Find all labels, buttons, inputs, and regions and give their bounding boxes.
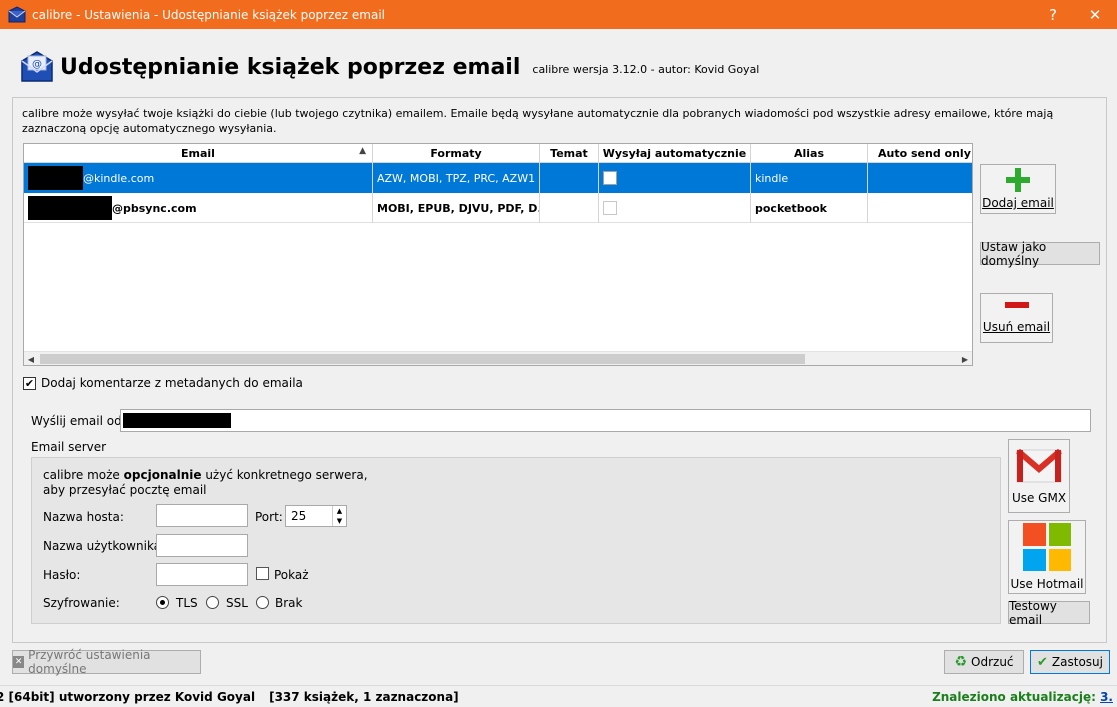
- title-bar: calibre - Ustawienia - Udostępnianie ksi…: [0, 0, 1117, 29]
- envelope-icon: @: [21, 51, 53, 82]
- table-row[interactable]: @pbsync.com MOBI, EPUB, DJVU, PDF, D... …: [24, 193, 972, 223]
- metadata-comments-checkbox[interactable]: ✔: [23, 376, 36, 390]
- username-label: Nazwa użytkownika:: [43, 539, 166, 553]
- version-label: calibre wersja 3.12.0 - autor: Kovid Goy…: [532, 62, 760, 76]
- auto-send-cell: [599, 193, 751, 223]
- username-input[interactable]: [156, 534, 248, 557]
- column-header-topic[interactable]: Temat: [540, 144, 599, 163]
- minus-icon: [1004, 302, 1029, 308]
- column-header-formats[interactable]: Formaty: [373, 144, 540, 163]
- port-label: Port:: [255, 510, 283, 524]
- show-password-checkbox[interactable]: [256, 567, 269, 580]
- email-server-label: Email server: [31, 440, 107, 454]
- server-description: calibre może opcjonalnie użyć konkretneg…: [43, 468, 368, 497]
- from-label: Wyślij email od:: [31, 414, 126, 428]
- column-header-auto-send-only[interactable]: Auto send only ta: [868, 144, 972, 163]
- help-button[interactable]: ?: [1030, 0, 1076, 29]
- scroll-left-icon[interactable]: ◀: [24, 352, 38, 365]
- use-gmx-button[interactable]: Use GMX: [1008, 439, 1070, 513]
- host-input[interactable]: [156, 504, 248, 527]
- port-spinbox[interactable]: 25 ▲ ▼: [285, 505, 347, 527]
- auto-send-only-cell[interactable]: [868, 163, 972, 193]
- email-cell[interactable]: @pbsync.com: [24, 193, 373, 223]
- update-notice[interactable]: Znaleziono aktualizację: 3.: [932, 690, 1113, 704]
- close-button[interactable]: ✕: [1072, 0, 1117, 29]
- column-header-email[interactable]: Email ▲: [24, 144, 373, 163]
- test-email-button[interactable]: Testowy email: [1008, 599, 1090, 627]
- cancel-button[interactable]: ♻ Odrzuć: [944, 650, 1024, 674]
- ssl-radio[interactable]: [206, 596, 219, 609]
- column-header-alias[interactable]: Alias: [751, 144, 868, 163]
- from-input[interactable]: [120, 409, 1091, 432]
- spin-up-icon[interactable]: ▲: [337, 507, 342, 515]
- use-hotmail-button[interactable]: Use Hotmail: [1008, 520, 1086, 594]
- spin-down-icon[interactable]: ▼: [337, 517, 342, 525]
- none-radio[interactable]: [256, 596, 269, 609]
- add-email-button[interactable]: Dodaj email: [980, 164, 1056, 214]
- host-label: Nazwa hosta:: [43, 510, 124, 524]
- topic-cell[interactable]: [540, 193, 599, 223]
- auto-send-checkbox[interactable]: [603, 201, 617, 215]
- formats-cell[interactable]: AZW, MOBI, TPZ, PRC, AZW1: [373, 163, 540, 193]
- recycle-icon: ♻: [954, 654, 968, 670]
- ssl-label[interactable]: SSL: [226, 596, 248, 610]
- show-password-label[interactable]: Pokaż: [274, 568, 309, 582]
- status-version: 2 [64bit] utworzony przez Kovid Goyal: [0, 689, 256, 704]
- alias-cell[interactable]: kindle: [751, 163, 868, 193]
- restore-defaults-button[interactable]: ✕ Przywróć ustawienia domyślne: [12, 648, 201, 676]
- encryption-label: Szyfrowanie:: [43, 596, 120, 610]
- metadata-comments-option[interactable]: ✔ Dodaj komentarze z metadanych do email…: [23, 376, 303, 390]
- password-label: Hasło:: [43, 568, 81, 582]
- close-square-icon: ✕: [13, 656, 25, 668]
- horizontal-scrollbar[interactable]: ◀ ▶: [24, 351, 972, 365]
- tls-label[interactable]: TLS: [176, 596, 198, 610]
- redacted-block: [28, 196, 112, 220]
- auto-send-cell: [599, 163, 751, 193]
- intro-text: calibre może wysyłać twoje książki do ci…: [22, 107, 1054, 135]
- plus-icon: [1006, 168, 1030, 192]
- page-header: @ Udostępnianie książek poprzez email ca…: [20, 47, 759, 87]
- alias-cell[interactable]: pocketbook: [751, 193, 868, 223]
- sort-ascending-icon: ▲: [359, 146, 366, 156]
- tls-radio[interactable]: [156, 596, 169, 609]
- table-row[interactable]: @kindle.com AZW, MOBI, TPZ, PRC, AZW1 ki…: [24, 163, 972, 193]
- status-bar: 2 [64bit] utworzony przez Kovid Goyal [3…: [0, 685, 1117, 707]
- topic-cell[interactable]: [540, 163, 599, 193]
- auto-send-checkbox[interactable]: [603, 171, 617, 185]
- set-default-button[interactable]: Ustaw jako domyślny: [980, 240, 1100, 268]
- redacted-block: [123, 413, 231, 428]
- email-cell[interactable]: @kindle.com: [24, 163, 373, 193]
- table-header: Email ▲ Formaty Temat Wysyłaj automatycz…: [24, 144, 972, 163]
- port-spin-buttons[interactable]: ▲ ▼: [332, 506, 346, 526]
- none-label[interactable]: Brak: [275, 596, 302, 610]
- auto-send-only-cell[interactable]: [868, 193, 972, 223]
- gmail-icon: [1016, 448, 1062, 483]
- formats-cell[interactable]: MOBI, EPUB, DJVU, PDF, D...: [373, 193, 540, 223]
- scrollbar-thumb[interactable]: [40, 354, 805, 364]
- redacted-block: [28, 166, 83, 190]
- remove-email-button[interactable]: Usuń email: [980, 293, 1053, 343]
- password-input[interactable]: [156, 563, 248, 586]
- checkmark-icon: ✔: [1037, 654, 1048, 670]
- scroll-right-icon[interactable]: ▶: [958, 352, 972, 365]
- window-title: calibre - Ustawienia - Udostępnianie ksi…: [32, 7, 385, 22]
- svg-text:@: @: [32, 59, 42, 70]
- windows-icon: [1023, 523, 1071, 571]
- email-table[interactable]: Email ▲ Formaty Temat Wysyłaj automatycz…: [23, 143, 973, 366]
- envelope-icon: [8, 5, 26, 22]
- apply-button[interactable]: ✔ Zastosuj: [1030, 650, 1110, 674]
- column-header-auto-send[interactable]: Wysyłaj automatycznie: [599, 144, 751, 163]
- status-book-count: [337 książek, 1 zaznaczona]: [269, 689, 459, 704]
- page-title: Udostępnianie książek poprzez email: [60, 54, 521, 80]
